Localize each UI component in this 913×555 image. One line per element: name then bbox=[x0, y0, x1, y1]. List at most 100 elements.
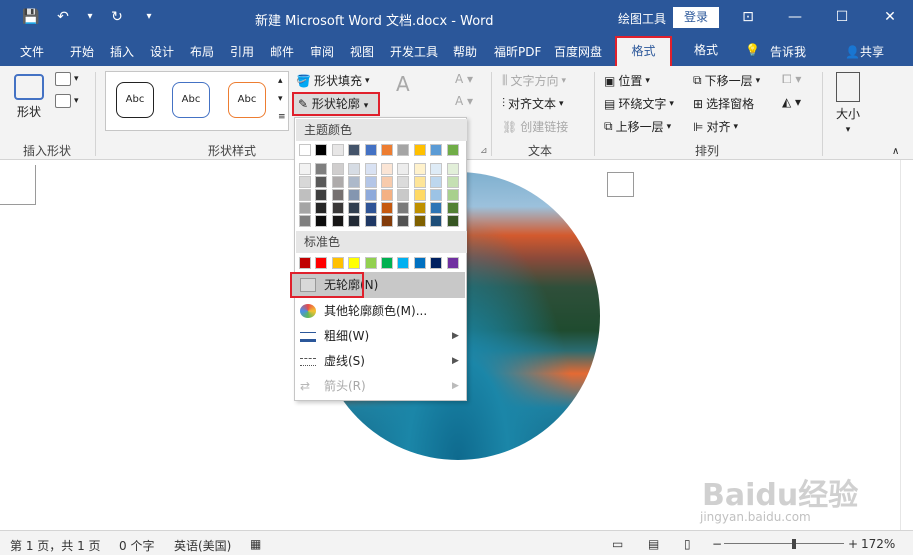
theme-shade-swatch[interactable] bbox=[331, 215, 344, 227]
standard-color-swatch[interactable] bbox=[348, 257, 361, 269]
gallery-scroll-up-icon[interactable]: ▴ bbox=[278, 76, 283, 86]
size-button[interactable]: 大小 ▾ bbox=[836, 72, 860, 135]
layout-options-icon[interactable] bbox=[607, 172, 634, 197]
rotate-icon[interactable]: ◭ ▾ bbox=[782, 95, 801, 109]
macro-recording-icon[interactable]: ▦ bbox=[250, 537, 261, 551]
style-option-blue[interactable]: Abc bbox=[172, 82, 210, 118]
page-count[interactable]: 第 1 页，共 1 页 bbox=[10, 537, 101, 554]
shape-fill-button[interactable]: 🪣 形状填充 ▾ bbox=[296, 72, 370, 89]
theme-color-swatch[interactable] bbox=[299, 144, 311, 156]
theme-shade-swatch[interactable] bbox=[430, 202, 443, 214]
theme-shade-swatch[interactable] bbox=[348, 202, 361, 214]
maximize-icon[interactable]: ☐ bbox=[822, 6, 862, 30]
lightbulb-icon[interactable]: 💡 bbox=[745, 43, 760, 57]
tab-developer[interactable]: 开发工具 bbox=[390, 43, 438, 60]
theme-shade-swatch[interactable] bbox=[413, 189, 426, 201]
language[interactable]: 英语(美国) bbox=[174, 537, 231, 554]
theme-shade-swatch[interactable] bbox=[397, 176, 410, 188]
close-icon[interactable]: ✕ bbox=[870, 6, 910, 30]
theme-shade-swatch[interactable] bbox=[299, 202, 311, 214]
theme-shade-swatch[interactable] bbox=[381, 176, 393, 188]
zoom-out-icon[interactable]: − bbox=[712, 537, 722, 551]
standard-color-swatch[interactable] bbox=[413, 257, 426, 269]
theme-shade-swatch[interactable] bbox=[315, 189, 328, 201]
zoom-in-icon[interactable]: + bbox=[848, 537, 858, 551]
minimize-icon[interactable]: — bbox=[775, 6, 815, 30]
theme-shade-swatch[interactable] bbox=[446, 163, 459, 175]
style-option-black[interactable]: Abc bbox=[116, 82, 154, 118]
tab-home[interactable]: 开始 bbox=[70, 43, 94, 60]
save-icon[interactable]: 💾 bbox=[22, 8, 40, 26]
theme-shade-swatch[interactable] bbox=[397, 189, 410, 201]
tab-mailings[interactable]: 邮件 bbox=[270, 43, 294, 60]
wrap-text-button[interactable]: ▤ 环绕文字 ▾ bbox=[604, 95, 674, 112]
theme-shade-swatch[interactable] bbox=[348, 163, 361, 175]
shapes-button[interactable]: 形状 bbox=[14, 74, 44, 120]
theme-shade-swatch[interactable] bbox=[315, 202, 328, 214]
theme-shade-swatch[interactable] bbox=[364, 176, 377, 188]
tab-format-picture-tools[interactable]: 格式 bbox=[680, 36, 732, 66]
theme-shade-swatch[interactable] bbox=[364, 215, 377, 227]
theme-color-swatch[interactable] bbox=[430, 144, 443, 156]
theme-shade-swatch[interactable] bbox=[381, 202, 393, 214]
theme-shade-swatch[interactable] bbox=[299, 189, 311, 201]
tab-file[interactable]: 文件 bbox=[20, 43, 44, 60]
theme-shade-swatch[interactable] bbox=[331, 202, 344, 214]
theme-shade-swatch[interactable] bbox=[299, 176, 311, 188]
theme-shade-swatch[interactable] bbox=[331, 189, 344, 201]
word-count[interactable]: 0 个字 bbox=[119, 537, 154, 554]
theme-shade-swatch[interactable] bbox=[430, 215, 443, 227]
theme-shade-swatch[interactable] bbox=[315, 215, 328, 227]
theme-shade-swatch[interactable] bbox=[397, 215, 410, 227]
dashes-item[interactable]: 虚线(S) bbox=[300, 352, 365, 369]
theme-color-swatch[interactable] bbox=[397, 144, 410, 156]
zoom-slider[interactable] bbox=[724, 543, 844, 544]
read-mode-icon[interactable]: ▭ bbox=[612, 537, 623, 551]
standard-color-swatch[interactable] bbox=[364, 257, 377, 269]
tab-view[interactable]: 视图 bbox=[350, 43, 374, 60]
tab-insert[interactable]: 插入 bbox=[110, 43, 134, 60]
theme-color-swatch[interactable] bbox=[413, 144, 426, 156]
text-box-icon[interactable]: ▾ bbox=[55, 94, 79, 108]
tab-review[interactable]: 审阅 bbox=[310, 43, 334, 60]
tab-design[interactable]: 设计 bbox=[150, 43, 174, 60]
theme-shade-swatch[interactable] bbox=[331, 163, 344, 175]
standard-color-swatch[interactable] bbox=[446, 257, 459, 269]
theme-shade-swatch[interactable] bbox=[348, 189, 361, 201]
style-option-orange[interactable]: Abc bbox=[228, 82, 266, 118]
standard-color-swatch[interactable] bbox=[315, 257, 328, 269]
selection-pane-button[interactable]: ⊞ 选择窗格 bbox=[693, 95, 754, 112]
bring-forward-button[interactable]: ⧉ 上移一层 ▾ bbox=[604, 118, 671, 135]
theme-shade-swatch[interactable] bbox=[413, 202, 426, 214]
theme-shade-swatch[interactable] bbox=[413, 176, 426, 188]
undo-dropdown-icon[interactable]: ▾ bbox=[86, 8, 94, 26]
standard-color-swatch[interactable] bbox=[397, 257, 410, 269]
theme-color-swatch[interactable] bbox=[446, 144, 459, 156]
ribbon-display-options-icon[interactable]: ⊡ bbox=[728, 6, 768, 30]
theme-shade-swatch[interactable] bbox=[364, 163, 377, 175]
theme-shade-swatch[interactable] bbox=[315, 176, 328, 188]
vertical-scrollbar[interactable] bbox=[900, 160, 913, 530]
tab-help[interactable]: 帮助 bbox=[453, 43, 477, 60]
collapse-ribbon-icon[interactable]: ∧ bbox=[892, 146, 899, 157]
theme-shade-swatch[interactable] bbox=[413, 163, 426, 175]
theme-shade-swatch[interactable] bbox=[315, 163, 328, 175]
redo-icon[interactable]: ↻ bbox=[108, 8, 126, 26]
theme-shade-swatch[interactable] bbox=[430, 163, 443, 175]
theme-shade-swatch[interactable] bbox=[446, 202, 459, 214]
weight-item[interactable]: 粗细(W) bbox=[300, 327, 369, 344]
theme-shade-swatch[interactable] bbox=[331, 176, 344, 188]
tab-layout[interactable]: 布局 bbox=[190, 43, 214, 60]
zoom-level[interactable]: 172% bbox=[861, 537, 895, 551]
shape-outline-button[interactable]: ✎ 形状轮廓 ▾ bbox=[292, 92, 380, 116]
theme-shade-swatch[interactable] bbox=[397, 163, 410, 175]
theme-shade-swatch[interactable] bbox=[381, 215, 393, 227]
theme-shade-swatch[interactable] bbox=[348, 176, 361, 188]
login-button[interactable]: 登录 bbox=[673, 7, 719, 28]
dialog-launcher-icon[interactable]: ⊿ bbox=[480, 146, 488, 156]
more-outline-colors-item[interactable]: 其他轮廓颜色(M)... bbox=[300, 302, 427, 319]
theme-shade-swatch[interactable] bbox=[446, 189, 459, 201]
theme-shade-swatch[interactable] bbox=[413, 215, 426, 227]
customize-qat-icon[interactable]: ▾ bbox=[140, 8, 158, 26]
theme-shade-swatch[interactable] bbox=[446, 176, 459, 188]
